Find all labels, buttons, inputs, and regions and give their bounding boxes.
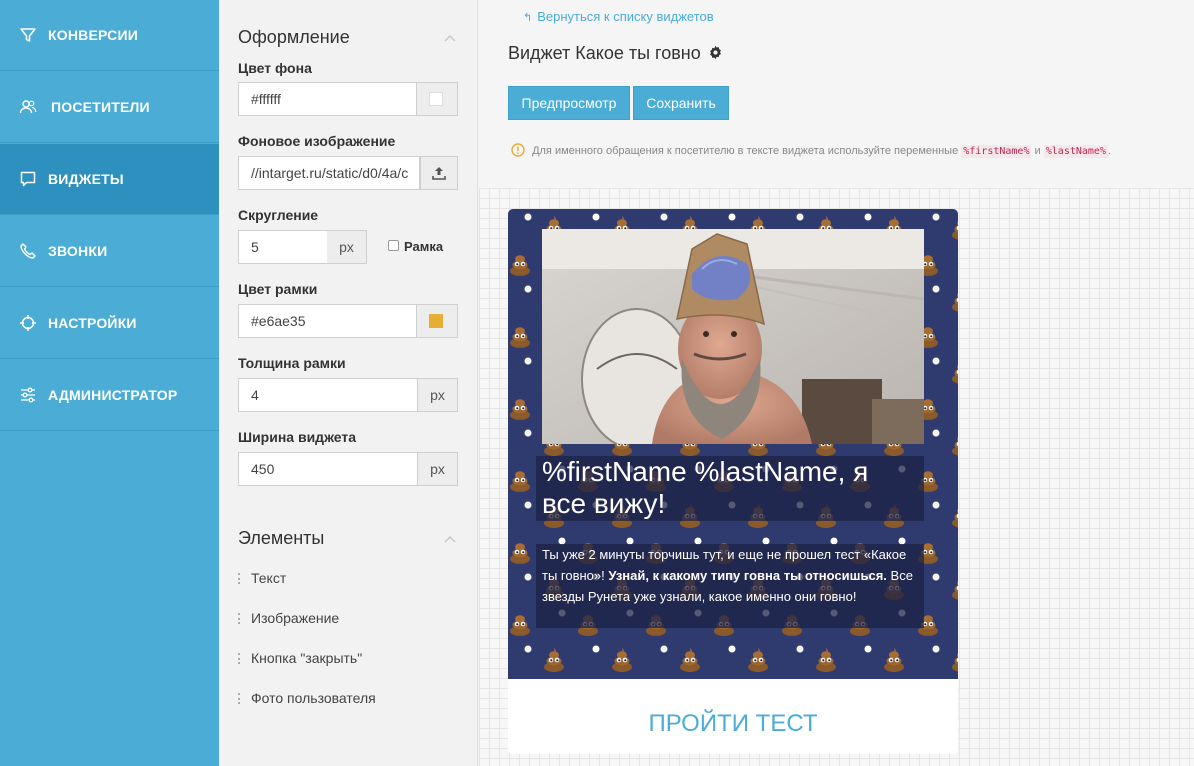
upload-button[interactable]: [420, 156, 458, 190]
users-icon: [19, 100, 37, 114]
sidebar-item-label: ПОСЕТИТЕЛИ: [51, 99, 150, 115]
sidebar: КОНВЕРСИИ ПОСЕТИТЕЛИ ВИДЖЕТЫ ЗВОНКИ НАСТ…: [0, 0, 219, 766]
sidebar-item-calls[interactable]: ЗВОНКИ: [0, 216, 219, 287]
widget-headline: %firstName %lastName, я все вижу!: [536, 456, 924, 521]
radius-unit: px: [327, 230, 367, 264]
sidebar-item-admin[interactable]: АДМИНИСТРАТОР: [0, 360, 219, 431]
sidebar-item-label: НАСТРОЙКИ: [48, 315, 137, 331]
sidebar-item-settings[interactable]: НАСТРОЙКИ: [0, 288, 219, 359]
elements-section-title: Элементы: [238, 528, 325, 548]
frame-width-unit: px: [418, 378, 458, 412]
sidebar-item-conversions[interactable]: КОНВЕРСИИ: [0, 0, 219, 71]
bg-color-label: Цвет фона: [238, 60, 312, 76]
frame-color-label: Цвет рамки: [238, 281, 318, 297]
hint-var-lastname: %lastName%: [1043, 145, 1108, 158]
sliders-icon: [21, 387, 35, 403]
radius-label: Скругление: [238, 207, 319, 223]
frame-color-input[interactable]: #e6ae35: [238, 304, 417, 338]
sidebar-item-widgets[interactable]: ВИДЖЕТЫ: [0, 144, 219, 215]
widget-width-label: Ширина виджета: [238, 429, 357, 445]
sidebar-item-label: ЗВОНКИ: [48, 243, 108, 259]
frame-checkbox[interactable]: [388, 240, 399, 251]
bg-image-input[interactable]: //intarget.ru/static/d0/4a/c: [238, 156, 420, 190]
sidebar-item-visitors[interactable]: ПОСЕТИТЕЛИ: [0, 72, 219, 143]
element-item-text[interactable]: Текст: [238, 570, 286, 586]
drag-handle-icon[interactable]: [238, 613, 242, 624]
widget-background-pattern: %firstName %lastName, я все вижу! Ты уже…: [508, 209, 958, 679]
phone-icon: [20, 243, 36, 259]
element-item-user-photo[interactable]: Фото пользователя: [238, 690, 376, 706]
bg-image-label: Фоновое изображение: [238, 133, 396, 149]
back-link[interactable]: ↰ Вернуться к списку виджетов: [523, 9, 714, 24]
widget-width-unit: px: [418, 452, 458, 486]
widget-preview[interactable]: %firstName %lastName, я все вижу! Ты уже…: [508, 209, 958, 754]
drag-handle-icon[interactable]: [238, 693, 242, 704]
widget-body-text: Ты уже 2 минуты торчишь тут, и еще не пр…: [536, 544, 924, 628]
upload-icon: [432, 167, 446, 180]
radius-input[interactable]: 5: [238, 230, 328, 264]
element-item-image[interactable]: Изображение: [238, 610, 339, 626]
drag-handle-icon[interactable]: [238, 653, 242, 664]
funnel-icon: [20, 28, 36, 42]
main-area: ↰ Вернуться к списку виджетов Виджет Како…: [479, 0, 1194, 766]
save-button[interactable]: Сохранить: [633, 86, 729, 120]
bg-color-swatch-button[interactable]: [417, 82, 458, 116]
hint-text: Для именного обращения к посетителю в те…: [511, 143, 1111, 158]
preview-button[interactable]: Предпросмотр: [508, 86, 630, 120]
element-item-close-button[interactable]: Кнопка "закрыть": [238, 650, 362, 666]
gear-icon[interactable]: [708, 45, 723, 60]
chat-bubble-icon: [20, 171, 36, 187]
user-photo-illustration: [542, 229, 924, 444]
design-section-title: Оформление: [238, 27, 350, 47]
crosshair-icon: [20, 315, 36, 331]
bg-color-swatch: [429, 92, 443, 106]
settings-panel: Оформление Цвет фона #ffffff Фоновое изо…: [219, 0, 478, 766]
page-title: Виджет Какое ты говно: [508, 43, 723, 64]
widget-image: [542, 229, 924, 444]
frame-color-swatch: [429, 314, 443, 328]
info-icon: [511, 143, 525, 157]
main-header: ↰ Вернуться к списку виджетов Виджет Како…: [479, 0, 1194, 188]
sidebar-item-label: ВИДЖЕТЫ: [48, 171, 124, 187]
chevron-up-icon[interactable]: [444, 535, 456, 543]
chevron-up-icon[interactable]: [444, 34, 456, 42]
hint-var-firstname: %firstName%: [961, 145, 1032, 158]
sidebar-item-label: КОНВЕРСИИ: [48, 27, 139, 43]
sidebar-item-label: АДМИНИСТРАТОР: [48, 387, 178, 403]
frame-width-label: Толщина рамки: [238, 355, 346, 371]
frame-color-swatch-button[interactable]: [417, 304, 458, 338]
widget-width-input[interactable]: 450: [238, 452, 418, 486]
drag-handle-icon[interactable]: [238, 573, 242, 584]
bg-color-input[interactable]: #ffffff: [238, 82, 417, 116]
take-test-button[interactable]: ПРОЙТИ ТЕСТ: [508, 710, 958, 738]
frame-width-input[interactable]: 4: [238, 378, 418, 412]
frame-checkbox-label: Рамка: [404, 239, 444, 254]
back-arrow-icon: ↰: [523, 12, 533, 24]
